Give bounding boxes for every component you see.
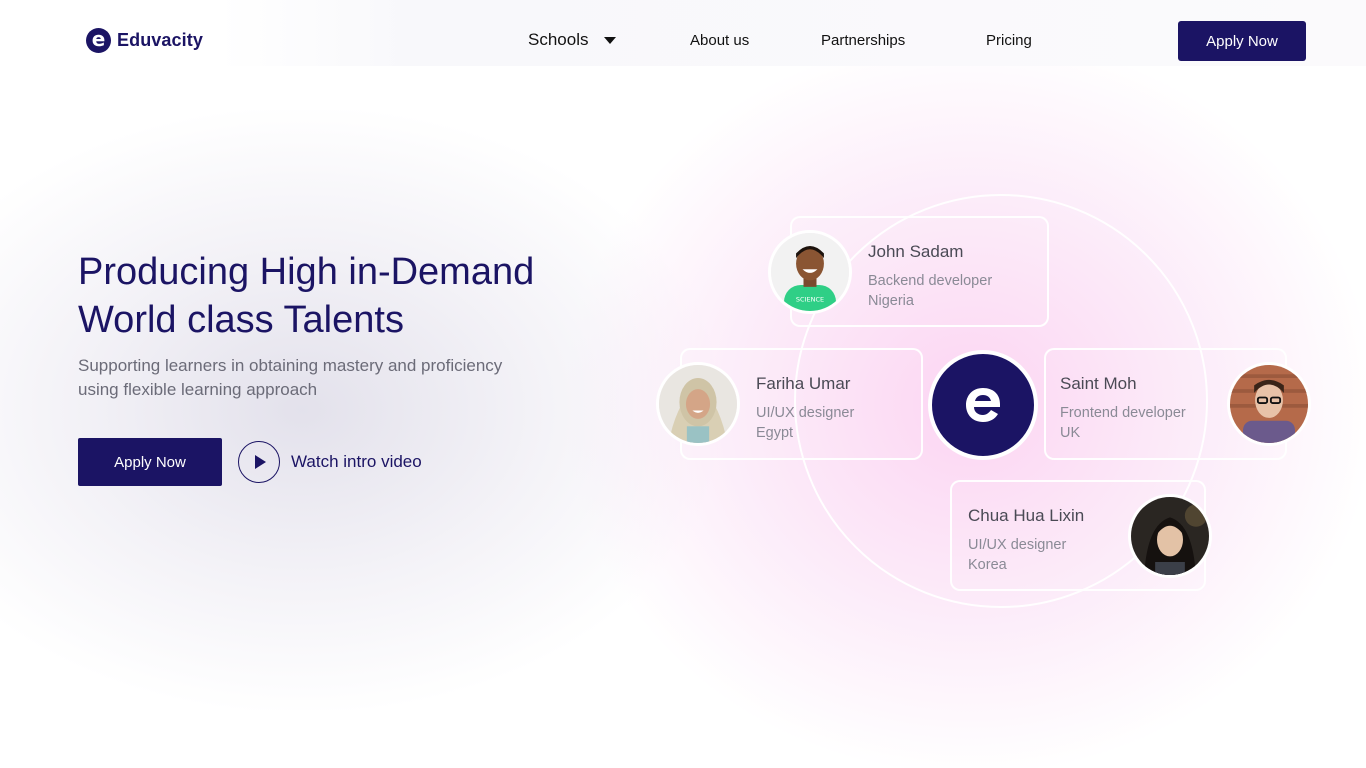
talent-role: Backend developer: [868, 273, 993, 289]
nav-about-link[interactable]: About us: [690, 32, 749, 49]
hero-apply-button[interactable]: Apply Now: [78, 438, 222, 486]
brand-name: Eduvacity: [117, 30, 203, 50]
hero-subtitle: Supporting learners in obtaining mastery…: [78, 354, 588, 402]
hero-title: Producing High in-Demand World class Tal…: [78, 248, 638, 344]
svg-text:SCIENCE: SCIENCE: [796, 296, 824, 304]
background-gradient-left: [0, 110, 720, 710]
center-logo-icon: [928, 350, 1038, 460]
talent-country: Nigeria: [868, 293, 914, 309]
talent-country: Egypt: [756, 425, 794, 441]
talent-name: Chua Hua Lixin: [968, 506, 1085, 525]
hero-title-line1: Producing High in-Demand: [78, 251, 535, 293]
talent-role: Frontend developer: [1060, 405, 1186, 421]
hero-title-line2: World class Talents: [78, 299, 404, 341]
avatar: SCIENCE: [768, 230, 852, 314]
caret-down-icon: [604, 36, 617, 44]
talent-role: UI/UX designer: [756, 405, 855, 421]
watch-intro-video-button[interactable]: Watch intro video: [238, 441, 422, 483]
talent-name: Fariha Umar: [756, 374, 851, 393]
hero-subtitle-line2: using flexible learning approach: [78, 380, 318, 399]
play-icon: [238, 441, 280, 483]
talent-name: Saint Moh: [1060, 374, 1137, 393]
nav-schools-label: Schools: [528, 30, 589, 49]
nav-schools-dropdown[interactable]: Schools: [528, 30, 617, 50]
watch-intro-video-label: Watch intro video: [291, 452, 422, 471]
hero-subtitle-line1: Supporting learners in obtaining mastery…: [78, 356, 503, 375]
talent-country: Korea: [968, 557, 1007, 573]
talent-country: UK: [1060, 425, 1081, 441]
brand-logo[interactable]: e Eduvacity: [86, 28, 203, 53]
logo-mark-icon: e: [86, 28, 111, 53]
nav-pricing-link[interactable]: Pricing: [986, 32, 1032, 49]
talent-role: UI/UX designer: [968, 537, 1067, 553]
nav-partnerships-link[interactable]: Partnerships: [821, 32, 905, 49]
talent-name: John Sadam: [868, 242, 964, 261]
avatar: [656, 362, 740, 446]
avatar: [1128, 494, 1212, 578]
avatar: [1227, 362, 1311, 446]
header-apply-button[interactable]: Apply Now: [1178, 21, 1306, 61]
header-bar: [0, 0, 1366, 66]
